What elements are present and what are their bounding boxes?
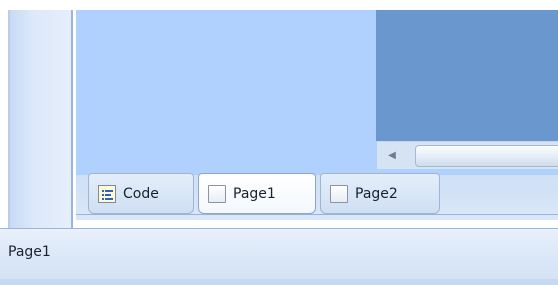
page-icon — [208, 184, 226, 203]
tab-label: Code — [123, 185, 159, 202]
designer-window: ◀ Code Page1 Page2 Page1 — [0, 0, 558, 285]
status-text: Page1 — [8, 244, 51, 260]
status-bar — [0, 228, 558, 285]
scroll-left-icon[interactable]: ◀ — [377, 145, 407, 166]
page-icon — [330, 184, 348, 203]
tab-page1[interactable]: Page1 — [198, 173, 316, 214]
status-bar-bottom — [0, 279, 558, 285]
workspace-border — [71, 10, 73, 228]
tab-label: Page1 — [233, 185, 276, 202]
tab-code[interactable]: Code — [88, 173, 194, 214]
tab-label: Page2 — [355, 185, 398, 202]
tab-baseline — [76, 214, 558, 215]
code-file-icon — [98, 184, 116, 203]
left-panel-edge — [8, 10, 10, 228]
scroll-thumb[interactable] — [415, 145, 558, 167]
left-panel — [8, 10, 71, 228]
dark-panel[interactable] — [376, 10, 558, 141]
tab-page2[interactable]: Page2 — [320, 173, 440, 214]
